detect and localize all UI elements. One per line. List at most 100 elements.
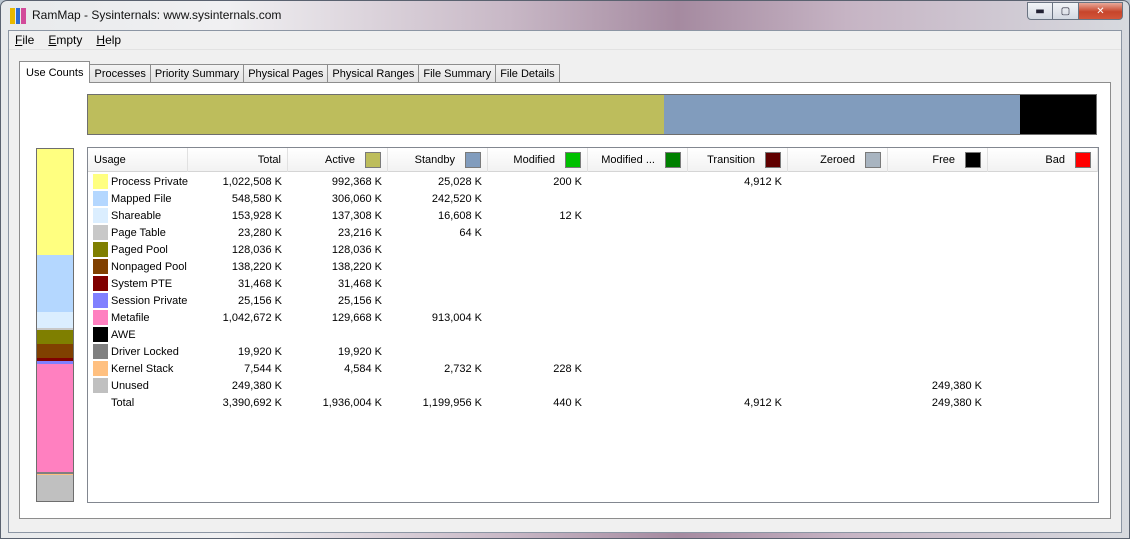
usage-cell: Mapped File xyxy=(88,191,188,206)
table-row[interactable]: Session Private 25,156 K 25,156 K xyxy=(88,292,1098,309)
cell-total: 249,380 K xyxy=(231,379,282,392)
cell-active: 128,036 K xyxy=(331,243,382,256)
cell-total: 1,042,672 K xyxy=(222,311,282,324)
usage-color-swatch xyxy=(93,208,108,223)
client-area: File Empty Help Use Counts Processes Pri… xyxy=(8,30,1122,533)
menu-empty[interactable]: Empty xyxy=(48,33,82,47)
column-header-zeroed[interactable]: Zeroed xyxy=(788,148,888,172)
table-row[interactable]: Mapped File 548,580 K 306,060 K 242,520 K xyxy=(88,190,1098,207)
usage-segment-metafile xyxy=(37,363,73,473)
icon-stripe xyxy=(15,8,21,24)
table-row[interactable]: Kernel Stack 7,544 K 4,584 K 2,732 K 228 K xyxy=(88,360,1098,377)
tab-physical-ranges[interactable]: Physical Ranges xyxy=(327,64,420,83)
usage-color-swatch xyxy=(93,174,108,189)
cell-active: 992,368 K xyxy=(331,175,382,188)
tab-processes[interactable]: Processes xyxy=(89,64,151,83)
table-row[interactable]: AWE xyxy=(88,326,1098,343)
minimize-icon: ▬ xyxy=(1035,5,1045,17)
table-row[interactable]: Process Private 1,022,508 K 992,368 K 25,02… xyxy=(88,173,1098,190)
usage-cell: Paged Pool xyxy=(88,242,188,257)
usage-cell: Session Private xyxy=(88,293,188,308)
column-header-standby[interactable]: Standby xyxy=(388,148,488,172)
cell-total: 128,036 K xyxy=(231,243,282,256)
usage-segment-shareable xyxy=(37,312,73,328)
usage-color-swatch xyxy=(93,378,108,393)
cell-standby: 913,004 K xyxy=(431,311,482,324)
usage-cell: Page Table xyxy=(88,225,188,240)
menu-bar: File Empty Help xyxy=(9,31,1121,50)
column-header-modified-nowrite[interactable]: Modified ... xyxy=(588,148,688,172)
window-controls: ▬ ▢ ✕ xyxy=(1027,2,1123,20)
usage-cell: System PTE xyxy=(88,276,188,291)
cell-standby: 1,199,956 K xyxy=(422,396,482,409)
table-row[interactable]: Metafile 1,042,672 K 129,668 K 913,004 K xyxy=(88,309,1098,326)
color-swatch xyxy=(965,152,981,168)
table-row[interactable]: Shareable 153,928 K 137,308 K 16,608 K 12 K xyxy=(88,207,1098,224)
table-row[interactable]: Total 3,390,692 K 1,936,004 K 1,199,956 K 44… xyxy=(88,394,1098,411)
tab-priority-summary[interactable]: Priority Summary xyxy=(149,64,245,83)
usage-cell: Metafile xyxy=(88,310,188,325)
column-header-total[interactable]: Total xyxy=(188,148,288,172)
table-row[interactable]: Unused 249,380 K 249,380 K xyxy=(88,377,1098,394)
cell-modified: 200 K xyxy=(553,175,582,188)
usage-label: AWE xyxy=(111,328,136,341)
usage-label: Total xyxy=(111,396,135,409)
usage-label: Shareable xyxy=(111,209,162,222)
color-swatch xyxy=(765,152,781,168)
close-button[interactable]: ✕ xyxy=(1079,2,1123,20)
use-counts-table[interactable]: Usage Total Active Standby Modified Modified … xyxy=(87,147,1099,503)
table-row[interactable]: Nonpaged Pool 138,220 K 138,220 K xyxy=(88,258,1098,275)
cell-standby: 16,608 K xyxy=(437,209,482,222)
app-window: RamMap - Sysinternals: www.sysinternals.… xyxy=(0,0,1130,539)
summary-segment-active xyxy=(88,95,664,134)
usage-color-swatch xyxy=(93,310,108,325)
tab-physical-pages[interactable]: Physical Pages xyxy=(243,64,329,83)
use-counts-panel: Usage Total Active Standby Modified Modified … xyxy=(19,82,1111,519)
tab-file-details[interactable]: File Details xyxy=(495,64,560,83)
column-header-label: Free xyxy=(932,154,955,166)
tab-file-summary[interactable]: File Summary xyxy=(418,64,497,83)
cell-standby: 25,028 K xyxy=(437,175,482,188)
usage-cell: Unused xyxy=(88,378,188,393)
column-header-bad[interactable]: Bad xyxy=(988,148,1098,172)
usage-color-swatch xyxy=(93,395,108,410)
minimize-button[interactable]: ▬ xyxy=(1027,2,1053,20)
title-bar[interactable]: RamMap - Sysinternals: www.sysinternals.… xyxy=(1,1,1129,30)
cell-transition: 4,912 K xyxy=(744,175,782,188)
column-header-modified[interactable]: Modified xyxy=(488,148,588,172)
usage-color-swatch xyxy=(93,344,108,359)
table-row[interactable]: Driver Locked 19,920 K 19,920 K xyxy=(88,343,1098,360)
color-swatch xyxy=(1075,152,1091,168)
cell-total: 548,580 K xyxy=(231,192,282,205)
usage-cell: Nonpaged Pool xyxy=(88,259,188,274)
usage-label: Page Table xyxy=(111,226,166,239)
usage-label: Process Private xyxy=(111,175,188,188)
table-row[interactable]: Page Table 23,280 K 23,216 K 64 K xyxy=(88,224,1098,241)
menu-help[interactable]: Help xyxy=(96,33,121,47)
cell-active: 4,584 K xyxy=(344,362,382,375)
menu-file[interactable]: File xyxy=(15,33,34,47)
table-row[interactable]: System PTE 31,468 K 31,468 K xyxy=(88,275,1098,292)
column-header-label: Zeroed xyxy=(820,154,855,166)
usage-segment-mapped-file xyxy=(37,255,73,313)
column-header-active[interactable]: Active xyxy=(288,148,388,172)
table-body: Process Private 1,022,508 K 992,368 K 25,02… xyxy=(88,173,1098,411)
cell-active: 129,668 K xyxy=(331,311,382,324)
cell-active: 25,156 K xyxy=(337,294,382,307)
column-header-free[interactable]: Free xyxy=(888,148,988,172)
maximize-button[interactable]: ▢ xyxy=(1053,2,1079,20)
tab-strip: Use Counts Processes Priority Summary Ph… xyxy=(19,61,560,83)
icon-stripe xyxy=(21,8,27,24)
color-swatch xyxy=(665,152,681,168)
table-row[interactable]: Paged Pool 128,036 K 128,036 K xyxy=(88,241,1098,258)
tab-use-counts[interactable]: Use Counts xyxy=(19,61,91,83)
column-header-label: Modified xyxy=(513,154,555,166)
cell-active: 138,220 K xyxy=(331,260,382,273)
usage-label: Driver Locked xyxy=(111,345,179,358)
column-header-transition[interactable]: Transition xyxy=(688,148,788,172)
usage-cell: Shareable xyxy=(88,208,188,223)
column-header-usage[interactable]: Usage xyxy=(88,148,188,172)
cell-total: 7,544 K xyxy=(244,362,282,375)
column-header-label: Bad xyxy=(1045,154,1065,166)
maximize-icon: ▢ xyxy=(1060,5,1071,17)
